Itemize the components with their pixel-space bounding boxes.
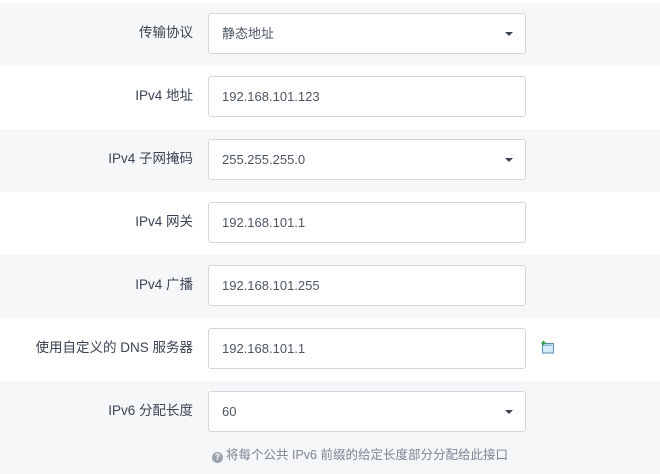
add-entry-icon[interactable] <box>540 340 555 354</box>
ipv4-address-input[interactable]: 192.168.101.123 <box>208 76 526 117</box>
ipv6-assign-length-help-text: 将每个公共 IPv6 前缀的给定长度部分分配给此接口 <box>226 448 508 462</box>
chevron-down-icon <box>505 158 513 162</box>
row-ipv4-gateway: IPv4 网关 192.168.101.1 <box>0 192 660 255</box>
ipv4-netmask-select[interactable]: 255.255.255.0 <box>208 139 526 180</box>
ipv4-netmask-value: 255.255.255.0 <box>222 152 306 167</box>
ipv4-address-label: IPv4 地址 <box>135 88 193 103</box>
row-ipv4-address: IPv4 地址 192.168.101.123 <box>0 66 660 129</box>
chevron-down-icon <box>505 32 513 36</box>
row-ipv4-broadcast: IPv4 广播 192.168.101.255 <box>0 255 660 318</box>
row-protocol: 传输协议 静态地址 <box>0 3 660 66</box>
ipv6-assign-length-label: IPv6 分配长度 <box>108 403 193 418</box>
row-custom-dns: 使用自定义的 DNS 服务器 192.168.101.1 <box>0 318 660 381</box>
custom-dns-label: 使用自定义的 DNS 服务器 <box>35 340 193 355</box>
protocol-label: 传输协议 <box>139 25 193 40</box>
ipv4-broadcast-label: IPv4 广播 <box>135 277 193 292</box>
custom-dns-input[interactable]: 192.168.101.1 <box>208 328 526 369</box>
question-circle-icon: ? <box>212 452 223 463</box>
row-ipv4-netmask: IPv4 子网掩码 255.255.255.0 <box>0 129 660 192</box>
ipv6-assign-length-help: ? 将每个公共 IPv6 前缀的给定长度部分分配给此接口 <box>212 447 508 463</box>
ipv4-gateway-value: 192.168.101.1 <box>222 215 306 230</box>
ipv4-address-value: 192.168.101.123 <box>222 89 320 104</box>
ipv4-gateway-input[interactable]: 192.168.101.1 <box>208 202 526 243</box>
custom-dns-value: 192.168.101.1 <box>222 341 306 356</box>
ipv4-netmask-label: IPv4 子网掩码 <box>108 151 193 166</box>
ipv6-assign-length-select[interactable]: 60 <box>208 391 526 432</box>
protocol-select[interactable]: 静态地址 <box>208 13 526 54</box>
chevron-down-icon <box>505 410 513 414</box>
ipv4-gateway-label: IPv4 网关 <box>135 214 193 229</box>
ipv4-broadcast-value: 192.168.101.255 <box>222 278 320 293</box>
ipv4-broadcast-input[interactable]: 192.168.101.255 <box>208 265 526 306</box>
ipv6-assign-length-value: 60 <box>222 404 237 419</box>
interface-settings-form: 传输协议 静态地址 IPv4 地址 192.168.101.123 IPv4 子… <box>0 0 660 474</box>
protocol-value: 静态地址 <box>222 26 275 41</box>
